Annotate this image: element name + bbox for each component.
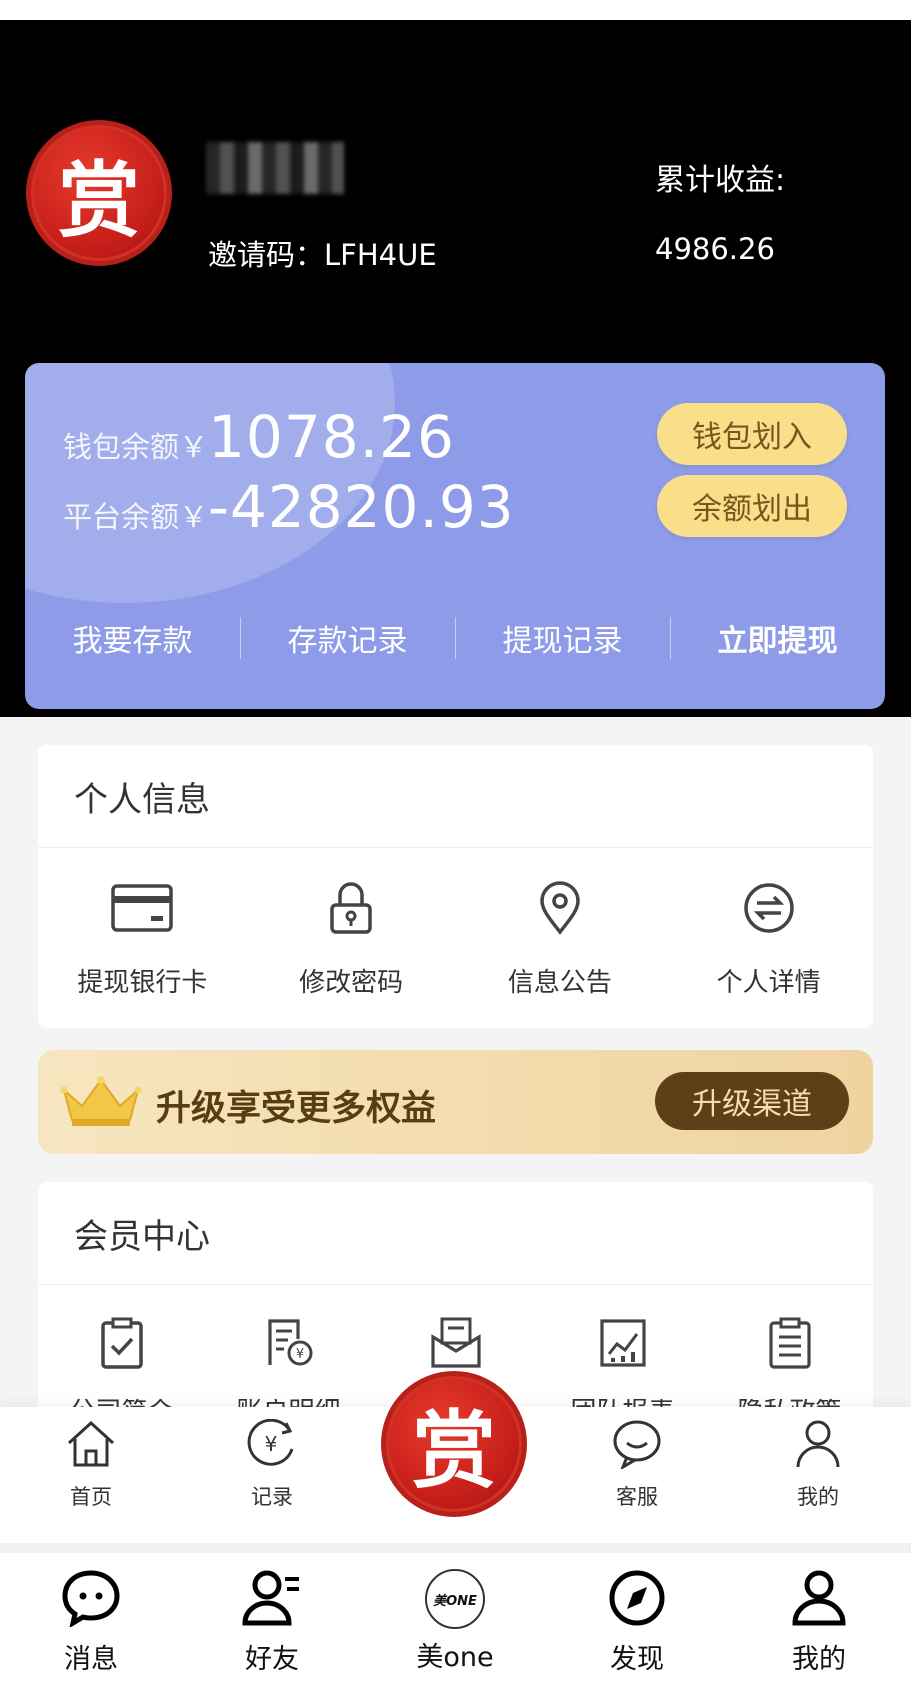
earnings-value: 4986.26	[655, 232, 775, 266]
divider	[0, 1543, 911, 1553]
status-area	[0, 0, 911, 20]
wechat-tab-bar: 消息 好友 美ONE 美one 发现 我的	[0, 1553, 911, 1687]
username-blurred	[206, 142, 344, 194]
platform-balance: 平台余额￥-42820.93	[63, 473, 515, 541]
announcement-item[interactable]: 信息公告	[456, 876, 665, 999]
svg-text:¥: ¥	[295, 1347, 303, 1362]
wx-tab-messages[interactable]: 消息	[26, 1569, 156, 1676]
person-icon	[789, 1569, 849, 1631]
panel-title: 会员中心	[38, 1182, 873, 1285]
bank-card-item[interactable]: 提现银行卡	[38, 876, 247, 999]
friends-icon	[241, 1569, 303, 1631]
list-clipboard-icon	[760, 1313, 820, 1373]
balance-out-button[interactable]: 余额划出	[657, 475, 847, 537]
chat-bubble-icon	[611, 1419, 663, 1473]
tab-customer-service[interactable]: 客服	[577, 1419, 697, 1511]
wx-tab-me[interactable]: 我的	[754, 1569, 884, 1676]
bill-icon: ¥	[259, 1313, 319, 1373]
invite-code: 邀请码：LFH4UE	[208, 238, 437, 272]
profile-header: 赏 邀请码：LFH4UE 累计收益: 4986.26 钱包余额￥1078.26 …	[0, 20, 911, 717]
privacy-policy-item[interactable]: 隐私政策	[706, 1313, 873, 1417]
app-logo: 赏	[26, 120, 172, 266]
compass-icon	[607, 1569, 667, 1631]
upgrade-channel-button[interactable]: 升级渠道	[655, 1072, 849, 1130]
location-pin-icon	[528, 876, 592, 940]
yuan-record-icon: ¥	[246, 1418, 298, 1473]
crown-icon	[60, 1076, 142, 1132]
app-tab-bar: 首页 ¥ 记录 赏 客服 我的	[0, 1371, 911, 1543]
report-chart-icon	[593, 1313, 653, 1373]
panel-title: 个人信息	[38, 745, 873, 848]
wx-tab-meone[interactable]: 美ONE 美one	[390, 1569, 520, 1674]
meone-logo-icon: 美ONE	[425, 1569, 485, 1629]
home-icon	[65, 1419, 117, 1473]
clipboard-check-icon	[92, 1313, 152, 1373]
bank-card-icon	[110, 876, 174, 940]
change-password-item[interactable]: 修改密码	[247, 876, 456, 999]
withdraw-record-link[interactable]: 提现记录	[455, 607, 670, 669]
account-detail-item[interactable]: ¥ 账户明细	[205, 1313, 372, 1417]
center-tab-logo[interactable]: 赏	[381, 1371, 527, 1517]
company-intro-item[interactable]: 公司简介	[38, 1313, 205, 1417]
svg-text:¥: ¥	[265, 1432, 278, 1456]
wallet-in-button[interactable]: 钱包划入	[657, 403, 847, 465]
mail-icon	[426, 1313, 486, 1373]
user-icon	[792, 1419, 844, 1473]
wx-tab-discover[interactable]: 发现	[572, 1569, 702, 1676]
deposit-record-link[interactable]: 存款记录	[240, 607, 455, 669]
earnings-label: 累计收益:	[655, 163, 786, 198]
wx-tab-friends[interactable]: 好友	[207, 1569, 337, 1676]
lock-icon	[319, 876, 383, 940]
upgrade-banner: 升级享受更多权益 升级渠道	[38, 1050, 873, 1154]
tab-records[interactable]: ¥ 记录	[212, 1418, 332, 1511]
deposit-link[interactable]: 我要存款	[25, 607, 240, 669]
team-report-item[interactable]: 团队报表	[539, 1313, 706, 1417]
wallet-card: 钱包余额￥1078.26 平台余额￥-42820.93 钱包划入 余额划出 我要…	[25, 363, 885, 709]
tab-mine[interactable]: 我的	[758, 1419, 878, 1511]
personal-details-item[interactable]: 个人详情	[664, 876, 873, 999]
wallet-balance: 钱包余额￥1078.26	[63, 403, 455, 471]
wallet-links: 我要存款 存款记录 提现记录 立即提现	[25, 607, 885, 669]
withdraw-now-link[interactable]: 立即提现	[670, 607, 885, 669]
upgrade-title: 升级享受更多权益	[156, 1089, 437, 1129]
tab-home[interactable]: 首页	[31, 1419, 151, 1511]
exchange-icon	[737, 876, 801, 940]
personal-info-panel: 个人信息 提现银行卡 修改密码 信息公告 个人详情	[38, 745, 873, 1028]
message-bubble-icon	[61, 1569, 121, 1631]
